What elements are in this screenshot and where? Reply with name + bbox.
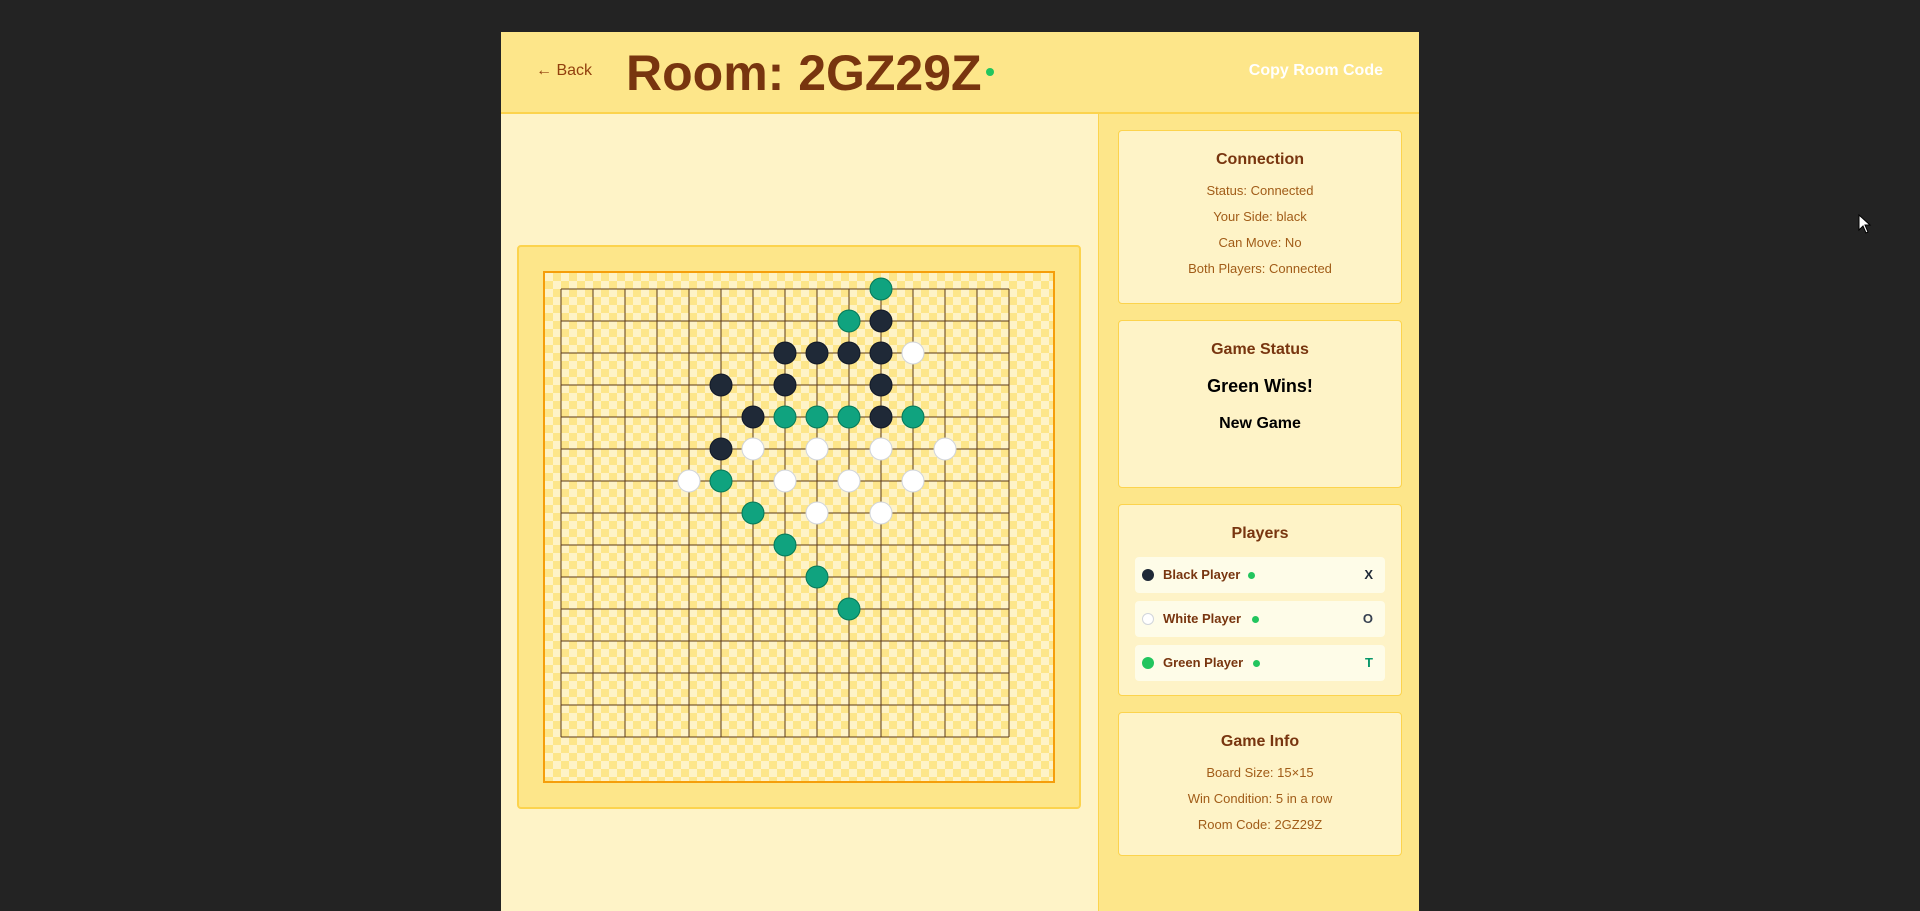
- player-row-white: White Player O: [1135, 601, 1385, 637]
- white-stone: [805, 501, 829, 525]
- player-row-green: Green Player T: [1135, 645, 1385, 681]
- white-stone: [741, 437, 765, 461]
- game-status-card: Game Status Green Wins! New Game: [1118, 320, 1402, 488]
- green-stone: [869, 277, 893, 301]
- players-title: Players: [1231, 525, 1289, 542]
- back-button[interactable]: ← Back: [536, 62, 592, 80]
- copy-room-code-button[interactable]: Copy Room Code: [1249, 62, 1383, 80]
- game-info-card: Game Info Board Size: 15×15 Win Conditio…: [1118, 712, 1402, 856]
- black-stone: [709, 373, 733, 397]
- your-side: Your Side: black: [1213, 209, 1307, 224]
- green-stone: [901, 405, 925, 429]
- player-name: Black Player: [1163, 567, 1241, 582]
- white-stone: [933, 437, 957, 461]
- game-room: ← Back Room: 2GZ29Z Copy Room Code Conne…: [501, 32, 1419, 911]
- green-stone: [709, 469, 733, 493]
- room-code: Room Code: 2GZ29Z: [1197, 817, 1323, 832]
- white-stone: [869, 437, 893, 461]
- online-dot-icon: [1248, 572, 1255, 579]
- connection-status: Status: Connected: [1206, 183, 1314, 198]
- green-stone: [805, 565, 829, 589]
- board-size: Board Size: 15×15: [1206, 765, 1314, 780]
- black-stone: [869, 341, 893, 365]
- header: ← Back Room: 2GZ29Z Copy Room Code: [501, 32, 1419, 114]
- board-grid[interactable]: [545, 273, 1053, 781]
- green-stone: [837, 309, 861, 333]
- online-dot-icon: [1252, 616, 1259, 623]
- win-condition: Win Condition: 5 in a row: [1187, 791, 1333, 806]
- green-stone: [741, 501, 765, 525]
- game-board[interactable]: [543, 271, 1055, 783]
- player-symbol: O: [1362, 611, 1373, 626]
- sidebar: Connection Status: Connected Your Side: …: [1098, 114, 1419, 911]
- black-stone: [869, 309, 893, 333]
- game-info-title: Game Info: [1220, 733, 1300, 750]
- mouse-cursor-icon: [1858, 214, 1872, 234]
- black-stone: [709, 437, 733, 461]
- black-stone-icon: [1142, 569, 1154, 581]
- player-name: Green Player: [1163, 655, 1244, 670]
- white-stone: [805, 437, 829, 461]
- player-symbol: T: [1365, 655, 1373, 670]
- black-stone: [773, 341, 797, 365]
- green-stone: [773, 533, 797, 557]
- both-players-status: Both Players: Connected: [1188, 261, 1332, 276]
- black-stone: [869, 373, 893, 397]
- connection-card: Connection Status: Connected Your Side: …: [1118, 130, 1402, 304]
- black-stone: [741, 405, 765, 429]
- connection-title: Connection: [1216, 151, 1304, 168]
- connection-status-dot: [986, 68, 994, 76]
- white-stone: [901, 469, 925, 493]
- white-stone: [901, 341, 925, 365]
- black-stone: [773, 373, 797, 397]
- green-stone: [773, 405, 797, 429]
- new-game-button[interactable]: New Game: [1119, 415, 1401, 433]
- white-stone-icon: [1142, 613, 1154, 625]
- player-symbol: X: [1364, 567, 1373, 582]
- white-stone: [773, 469, 797, 493]
- room-title: Room: 2GZ29Z: [626, 45, 982, 101]
- green-stone: [837, 597, 861, 621]
- white-stone: [677, 469, 701, 493]
- players-card: Players Black Player X White Player O Gr…: [1118, 504, 1402, 696]
- can-move: Can Move: No: [1218, 235, 1302, 250]
- online-dot-icon: [1253, 660, 1260, 667]
- game-status-title: Game Status: [1211, 341, 1309, 358]
- green-stone: [805, 405, 829, 429]
- white-stone: [869, 501, 893, 525]
- green-stone: [837, 405, 861, 429]
- game-result: Green Wins!: [1207, 376, 1313, 396]
- black-stone: [837, 341, 861, 365]
- black-stone: [805, 341, 829, 365]
- green-stone-icon: [1142, 657, 1154, 669]
- board-frame: [517, 245, 1081, 809]
- player-name: White Player: [1163, 611, 1242, 626]
- white-stone: [837, 469, 861, 493]
- black-stone: [869, 405, 893, 429]
- player-row-black: Black Player X: [1135, 557, 1385, 593]
